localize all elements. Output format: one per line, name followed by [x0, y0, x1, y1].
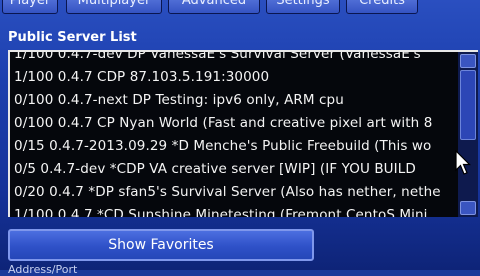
show-favorites-button[interactable]: Show Favorites: [8, 229, 314, 261]
server-row[interactable]: 1/100 0.4.7-dev DP VanessaE's Survival S…: [14, 52, 454, 66]
scroll-up-button[interactable]: [460, 54, 476, 68]
scroll-down-button[interactable]: [460, 201, 476, 215]
server-row[interactable]: 0/20 0.4.7 *DP sfan5's Survival Server (…: [14, 181, 454, 204]
tab-bar: Player Multiplayer Advanced Settings Cre…: [0, 0, 480, 14]
tab-credits[interactable]: Credits: [346, 0, 418, 14]
server-row[interactable]: 0/5 0.4.7-dev *CDP VA creative server [W…: [14, 158, 454, 181]
server-list[interactable]: 1/100 0.4.7-dev DP VanessaE's Survival S…: [8, 50, 478, 217]
tab-player[interactable]: Player: [2, 0, 58, 14]
mouse-cursor-icon: [455, 150, 471, 175]
tab-advanced[interactable]: Advanced: [168, 0, 260, 14]
server-row[interactable]: 0/100 0.4.7 CP Nyan World (Fast and crea…: [14, 112, 454, 135]
server-row[interactable]: 0/15 0.4.7-2013.09.29 *D Menche's Public…: [14, 135, 454, 158]
server-list-scrollbar[interactable]: [458, 52, 478, 217]
server-list-label: Public Server List: [8, 30, 137, 45]
server-row[interactable]: 0/100 0.4.7-next DP Testing: ipv6 only, …: [14, 89, 454, 112]
scroll-thumb[interactable]: [460, 70, 476, 140]
tab-multiplayer[interactable]: Multiplayer: [66, 0, 162, 14]
tab-settings[interactable]: Settings: [266, 0, 340, 14]
server-row[interactable]: 1/100 0.4.7 CDP 87.103.5.191:30000: [14, 66, 454, 89]
server-row[interactable]: 1/100 0.4.7 *CD Sunshine Minetesting (Fr…: [14, 204, 454, 217]
